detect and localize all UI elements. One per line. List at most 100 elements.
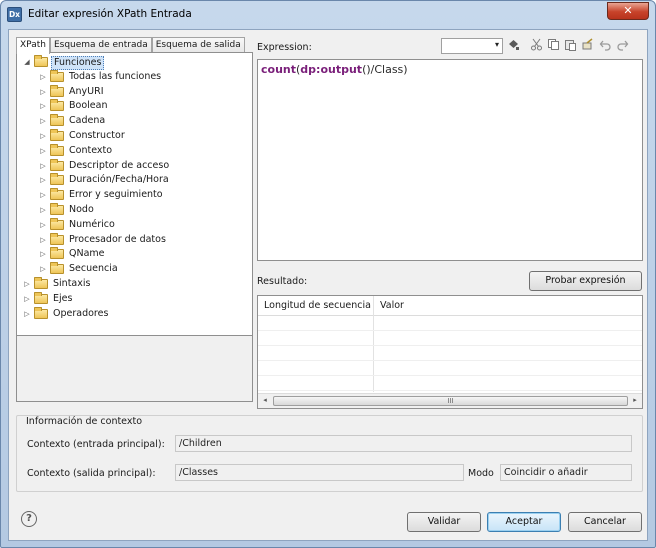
accept-button[interactable]: Aceptar [487,512,561,532]
tab-xpath[interactable]: XPath [16,37,50,54]
collapsed-arrow-icon[interactable]: ▷ [39,99,47,114]
tree-node[interactable]: ▷ Descriptor de acceso [17,158,252,174]
cut-icon[interactable] [529,38,544,53]
tree-node[interactable]: ▷ Sintaxis [17,276,252,292]
horizontal-scrollbar[interactable]: ◂ III ▸ [258,393,642,408]
collapsed-arrow-icon[interactable]: ▷ [39,159,47,174]
tree-node[interactable]: ▷ Operadores [17,306,252,322]
expr-function-name: count [261,63,296,76]
tree-node[interactable]: ▷ Contexto [17,143,252,159]
title-bar[interactable]: Dx Editar expresión XPath Entrada ✕ [1,1,655,29]
redo-icon[interactable] [615,38,630,53]
expr-namespace-function: dp:output [300,63,363,76]
column-sequence-length[interactable]: Longitud de secuencia [258,296,373,316]
tree-node[interactable]: ▷ Error y seguimiento [17,188,252,203]
tree-node-label: Sintaxis [53,277,91,289]
tree-node[interactable]: ▷ Ejes [17,291,252,307]
expression-label: Expression: [257,42,312,53]
collapsed-arrow-icon[interactable]: ▷ [39,129,47,144]
tree-node-label: Boolean [69,100,108,112]
tree-node-label: Constructor [69,129,125,141]
table-row [258,331,642,346]
tree-node[interactable]: ▷ Secuencia [17,262,252,277]
column-value[interactable]: Valor [373,296,642,316]
collapsed-arrow-icon[interactable]: ▷ [23,277,31,292]
collapsed-arrow-icon[interactable]: ▷ [39,114,47,129]
table-row [258,316,642,331]
tree-node[interactable]: ▷ QName [17,247,252,262]
close-button[interactable]: ✕ [607,2,649,20]
expression-editor[interactable]: count(dp:output()/Class) [257,59,643,261]
table-row [258,376,642,391]
folder-icon [34,306,48,319]
expanded-arrow-icon[interactable]: ◢ [23,55,31,70]
collapsed-arrow-icon[interactable]: ▷ [39,70,47,85]
validate-button[interactable]: Validar [407,512,481,532]
description-area [17,335,252,401]
tree-node[interactable]: ▷ AnyURI [17,84,252,100]
tree-node[interactable]: ▷ Duración/Fecha/Hora [17,173,252,188]
insert-function-icon[interactable] [506,38,521,53]
dialog-client: XPath Esquema de entrada Esquema de sali… [8,29,648,541]
output-context-label: Contexto (salida principal): [27,468,156,479]
tree-node-label: Operadores [53,307,109,319]
test-expression-button[interactable]: Probar expresión [529,271,642,291]
undo-icon[interactable] [598,38,613,53]
tree-node[interactable]: ▷ Boolean [17,99,252,114]
folder-icon [34,276,48,289]
tree-node-label: Numérico [69,218,115,230]
tree-node-label: Nodo [69,203,94,215]
table-row [258,346,642,361]
tab-output-schema[interactable]: Esquema de salida [151,37,245,53]
tree-node-label: Secuencia [69,263,118,275]
paste-icon[interactable] [563,38,578,53]
output-context-field: /Classes [175,464,464,481]
collapsed-arrow-icon[interactable]: ▷ [23,292,31,307]
collapsed-arrow-icon[interactable]: ▷ [39,203,47,218]
collapsed-arrow-icon[interactable]: ▷ [39,188,47,203]
scroll-left-icon[interactable]: ◂ [259,396,271,404]
tree-node-label: Todas las funciones [69,70,162,82]
tree-node[interactable]: ▷ Constructor [17,128,252,144]
folder-icon [50,217,64,230]
collapsed-arrow-icon[interactable]: ▷ [39,247,47,262]
folder-icon [50,114,64,127]
collapsed-arrow-icon[interactable]: ▷ [39,173,47,188]
help-icon[interactable]: ? [21,511,37,527]
collapsed-arrow-icon[interactable]: ▷ [39,144,47,159]
dialog-window: Dx Editar expresión XPath Entrada ✕ XPat… [0,0,656,548]
collapsed-arrow-icon[interactable]: ▷ [39,233,47,248]
scroll-right-icon[interactable]: ▸ [629,396,641,404]
tree-node[interactable]: ▷ Nodo [17,202,252,218]
result-label: Resultado: [257,276,308,287]
tree-node-label: Procesador de datos [69,233,166,245]
copy-icon[interactable] [546,38,561,53]
tree-node[interactable]: ▷ Cadena [17,114,252,129]
folder-icon [50,158,64,171]
folder-icon [50,143,64,156]
tree-node-label: Error y seguimiento [69,189,163,201]
result-table-header: Longitud de secuencia Valor [258,296,642,316]
expression-history-combo[interactable]: ▾ [441,38,503,54]
collapsed-arrow-icon[interactable]: ▷ [23,307,31,322]
function-tree-panel: ◢ Funciones ▷ Todas las funciones ▷ AnyURI ▷ Bo… [16,52,253,402]
folder-icon [50,128,64,141]
collapsed-arrow-icon[interactable]: ▷ [39,262,47,277]
tree-node-label: Funciones [51,56,105,70]
tree-node[interactable]: ▷ Procesador de datos [17,232,252,248]
collapsed-arrow-icon[interactable]: ▷ [39,85,47,100]
tree-node-label: Cadena [69,115,106,127]
folder-icon [50,202,64,215]
tree-node[interactable]: ▷ Todas las funciones [17,69,252,85]
tree-node[interactable]: ▷ Numérico [17,217,252,233]
folder-icon [50,84,64,97]
scrollbar-thumb[interactable]: III [273,396,628,406]
tree-node[interactable]: ◢ Funciones [17,55,252,70]
input-context-label: Contexto (entrada principal): [27,439,165,450]
context-info-title: Información de contexto [24,416,145,427]
cancel-button[interactable]: Cancelar [568,512,642,532]
clear-icon[interactable] [580,38,595,53]
tab-input-schema[interactable]: Esquema de entrada [49,37,152,53]
collapsed-arrow-icon[interactable]: ▷ [39,218,47,233]
folder-icon [50,69,64,82]
